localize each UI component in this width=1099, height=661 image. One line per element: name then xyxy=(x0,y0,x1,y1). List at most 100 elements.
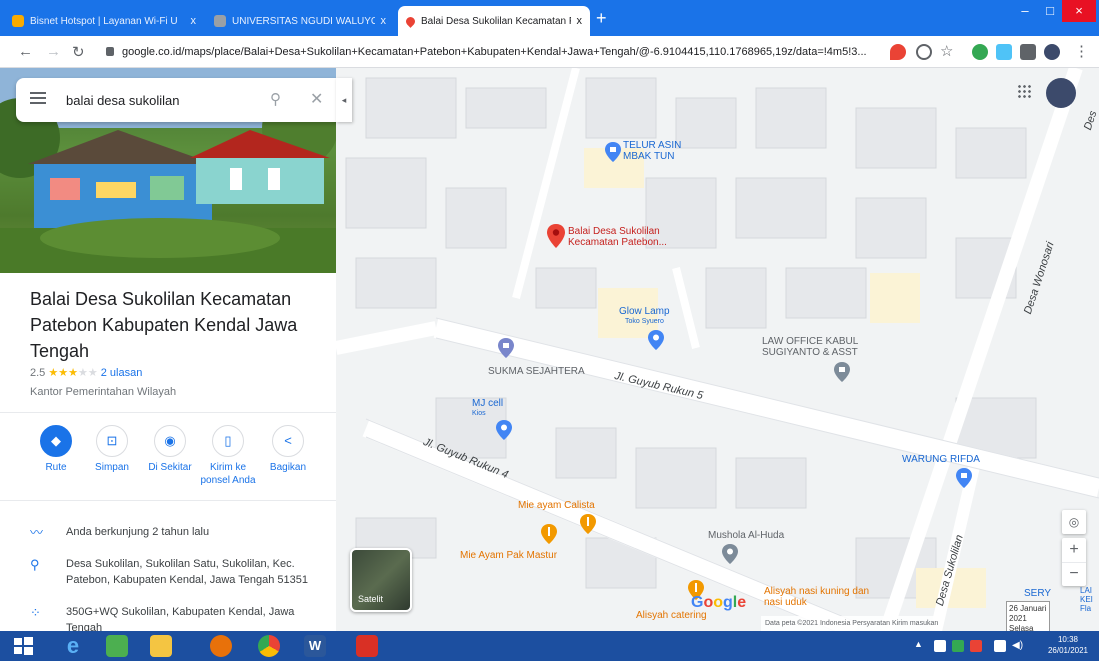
back-arrow-icon[interactable]: ← xyxy=(18,43,33,60)
battery-icon[interactable] xyxy=(994,640,1006,652)
send-to-phone-button[interactable]: ▯ Kirim ke ponsel Anda xyxy=(198,425,258,487)
internet-explorer-icon[interactable]: e xyxy=(62,635,84,657)
tab-close-icon[interactable]: x xyxy=(381,15,387,27)
search-icon[interactable]: ⚲ xyxy=(270,90,281,108)
satellite-label: Satelit xyxy=(358,594,384,604)
system-clock[interactable]: 10:38 26/01/2021 xyxy=(1042,634,1094,656)
poi-label[interactable]: SERY xyxy=(1024,588,1051,599)
shopping-pin-icon[interactable] xyxy=(648,330,664,350)
satellite-layer-toggle[interactable]: Satelit xyxy=(350,548,412,612)
firefox-icon[interactable] xyxy=(210,635,232,657)
zoom-in-button[interactable]: + xyxy=(1062,538,1086,562)
url-text: google.co.id/maps/place/Balai+Desa+Sukol… xyxy=(122,46,867,58)
share-button[interactable]: < Bagikan xyxy=(258,425,318,474)
tab-close-icon[interactable]: x xyxy=(577,15,583,27)
action-label: Simpan xyxy=(95,462,129,473)
tab-universitas[interactable]: UNIVERSITAS NGUDI WALUYO x xyxy=(206,6,394,36)
tab-balai-desa[interactable]: Balai Desa Sukolilan Kecamatan P x xyxy=(398,6,590,36)
shopping-pin-icon[interactable] xyxy=(605,142,621,162)
flag-icon[interactable] xyxy=(970,640,982,652)
menu-icon[interactable] xyxy=(30,92,46,104)
google-apps-icon[interactable] xyxy=(1017,84,1031,98)
close-icon[interactable]: ✕ xyxy=(310,89,323,109)
windows-start-icon[interactable] xyxy=(12,635,34,657)
plus-code-row[interactable]: ⁘ 350G+WQ Sukolilan, Kabupaten Kendal, J… xyxy=(30,604,330,631)
forward-arrow-icon[interactable]: → xyxy=(46,43,61,60)
place-category[interactable]: Kantor Pemerintahan Wilayah xyxy=(30,386,176,398)
poi-label[interactable]: LAW OFFICE KABUL SUGIYANTO & ASST xyxy=(762,336,872,358)
shopping-pin-icon[interactable] xyxy=(498,338,514,358)
poi-label[interactable]: Mie Ayam Pak Mastur xyxy=(460,550,557,561)
plus-code-icon: ⁘ xyxy=(30,605,41,620)
poi-label[interactable]: LAI KEI Fla xyxy=(1080,586,1098,613)
poi-label[interactable]: Mushola Al-Huda xyxy=(708,530,784,541)
my-location-button[interactable]: ◎ xyxy=(1062,510,1086,534)
restaurant-pin-icon[interactable] xyxy=(580,514,596,534)
action-label: Rute xyxy=(45,462,67,473)
tab-close-icon[interactable]: x xyxy=(191,15,197,27)
pdf-reader-icon[interactable] xyxy=(356,635,378,657)
extension-icon[interactable] xyxy=(996,44,1012,60)
tab-bisnet[interactable]: Bisnet Hotspot | Layanan Wi-Fi U x xyxy=(4,6,204,36)
clock-date: 26/01/2021 xyxy=(1047,646,1089,655)
windows-taskbar: e W ▲ ◀) 10:38 26/01/2021 xyxy=(0,631,1099,661)
office-pin-icon[interactable] xyxy=(834,362,850,382)
directions-icon: ◆ xyxy=(40,425,72,457)
visit-history[interactable]: 〰 Anda berkunjung 2 tahun lalu xyxy=(30,524,330,540)
address-row[interactable]: ⚲ Desa Sukolilan, Sukolilan Satu, Sukoli… xyxy=(30,556,330,588)
bluetooth-icon[interactable] xyxy=(934,640,946,652)
selected-place-pin-icon[interactable] xyxy=(547,224,565,248)
map-canvas[interactable]: Balai Desa Sukolilan Kecamatan Patebon..… xyxy=(336,68,1099,631)
nearby-icon: ◉ xyxy=(154,425,186,457)
account-avatar[interactable] xyxy=(1046,78,1076,108)
file-explorer-icon[interactable] xyxy=(150,635,172,657)
action-label: Di Sekitar xyxy=(148,462,192,473)
address-bar[interactable]: google.co.id/maps/place/Balai+Desa+Sukol… xyxy=(106,41,876,63)
nearby-button[interactable]: ◉ Di Sekitar xyxy=(140,425,200,474)
poi-label[interactable]: WARUNG RIFDA xyxy=(902,454,980,465)
shopping-pin-icon[interactable] xyxy=(956,468,972,488)
chrome-icon[interactable] xyxy=(258,635,280,657)
cast-icon[interactable] xyxy=(916,44,932,60)
poi-label[interactable]: Mie ayam Calista xyxy=(518,500,595,511)
bookmark-star-icon[interactable]: ☆ xyxy=(940,42,953,60)
tray-chevron-icon[interactable]: ▲ xyxy=(914,639,928,653)
reload-icon[interactable]: ↻ xyxy=(72,43,85,61)
location-icon[interactable] xyxy=(890,44,906,60)
reviews-link[interactable]: 2 ulasan xyxy=(101,367,143,379)
location-pin-icon: ⚲ xyxy=(30,557,40,572)
extension-icon[interactable] xyxy=(972,44,988,60)
poi-label[interactable]: Alisyah nasi kuning dan nasi uduk xyxy=(764,586,874,608)
maximize-button[interactable]: □ xyxy=(1040,0,1060,22)
lock-icon xyxy=(106,47,114,56)
rating-row: 2.5 ★★★★★ 2 ulasan xyxy=(30,366,142,379)
store-icon[interactable] xyxy=(106,635,128,657)
zoom-out-button[interactable]: − xyxy=(1062,562,1086,586)
extensions-puzzle-icon[interactable] xyxy=(1020,44,1036,60)
browser-toolbar: ← → ↻ google.co.id/maps/place/Balai+Desa… xyxy=(0,36,1099,68)
poi-label[interactable]: MJ cell xyxy=(472,398,503,409)
shopping-pin-icon[interactable] xyxy=(496,420,512,440)
new-tab-button[interactable]: + xyxy=(596,8,607,29)
save-button[interactable]: ⊡ Simpan xyxy=(82,425,142,474)
selected-place-label[interactable]: Balai Desa Sukolilan Kecamatan Patebon..… xyxy=(568,226,688,248)
rating-value: 2.5 xyxy=(30,367,46,379)
profile-avatar[interactable] xyxy=(1044,44,1060,60)
search-input[interactable] xyxy=(66,90,256,110)
close-window-button[interactable]: × xyxy=(1062,0,1096,22)
browser-menu-icon[interactable]: ⋮ xyxy=(1074,42,1089,60)
mosque-pin-icon[interactable] xyxy=(722,544,738,564)
directions-button[interactable]: ◆ Rute xyxy=(26,425,86,474)
poi-label[interactable]: Glow Lamp xyxy=(619,306,670,317)
map-footer[interactable]: Data peta ©2021 Indonesia Persyaratan Ki… xyxy=(761,616,943,631)
tray-app-icon[interactable] xyxy=(952,640,964,652)
poi-label[interactable]: SUKMA SEJAHTERA xyxy=(488,366,585,377)
word-icon[interactable]: W xyxy=(304,635,326,657)
minimize-button[interactable]: – xyxy=(1010,0,1040,22)
restaurant-pin-icon[interactable] xyxy=(541,524,557,544)
divider xyxy=(0,412,336,413)
clock-time: 10:38 xyxy=(1057,635,1079,644)
poi-label[interactable]: TELUR ASIN MBAK TUN xyxy=(623,140,693,162)
collapse-panel-button[interactable]: ◂ xyxy=(336,78,352,122)
volume-icon[interactable]: ◀) xyxy=(1012,640,1024,652)
